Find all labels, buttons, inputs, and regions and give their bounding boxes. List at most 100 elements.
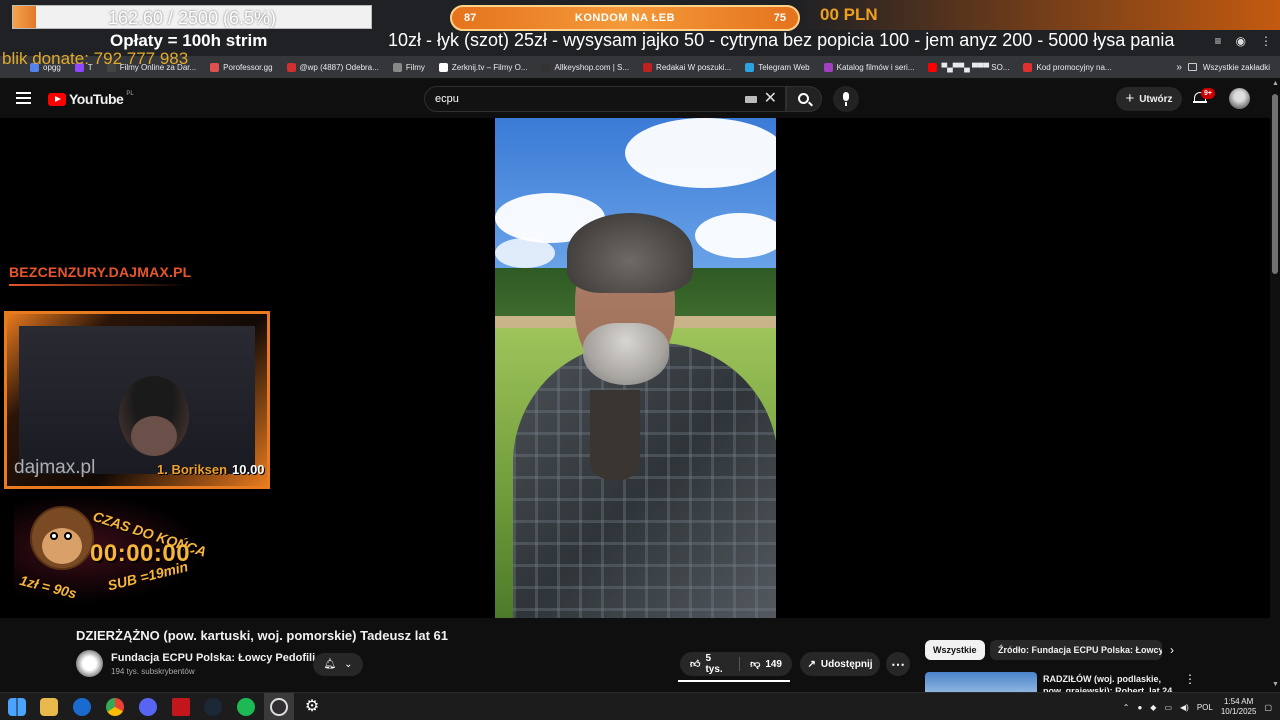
all-bookmarks-label: Wszystkie zakładki — [1202, 62, 1270, 72]
dislike-count: 149 — [765, 658, 782, 670]
app-c-icon[interactable] — [73, 698, 91, 716]
folder-icon — [1187, 63, 1197, 71]
chevron-right-icon[interactable]: › — [1170, 643, 1174, 657]
vote-label: KONDOM NA ŁEB — [574, 12, 676, 24]
top-donor-name: 1. Boriksen — [157, 462, 228, 477]
chevron-more-icon[interactable]: » — [1176, 62, 1182, 73]
chip-source[interactable]: Źródło: Fundacja ECPU Polska: Łowcy — [990, 640, 1162, 660]
notification-badge: 9+ — [1201, 88, 1215, 99]
subscription-bell-button[interactable]: 🔔︎ ⌄ — [313, 653, 363, 676]
bookmark-item[interactable]: @wp (4887) Odebra... — [286, 62, 379, 72]
webcam-feed — [19, 326, 255, 474]
monkey-eye — [64, 532, 72, 540]
bookmark-item[interactable]: ▀▄▀▀▄ ▀▀▀ SO... — [928, 62, 1010, 72]
bookmark-label: @wp (4887) Odebra... — [299, 62, 379, 72]
chrome-icon[interactable] — [106, 698, 124, 716]
menu-icon[interactable]: ⋮ — [1260, 34, 1272, 48]
bookmark-favicon-icon — [286, 62, 296, 72]
youtube-header: YouTube PL ✕ + Utwórz 9+ — [0, 78, 1270, 120]
recommendation-menu-icon[interactable]: ⋮ — [1184, 672, 1196, 686]
region-code: PL — [126, 91, 134, 97]
site-watermark: BEZCENZURY.DAJMAX.PL — [9, 264, 192, 280]
bookmark-item[interactable]: Porofessor.gg — [210, 62, 273, 72]
bookmark-label: ▀▄▀▀▄ ▀▀▀ SO... — [941, 62, 1010, 72]
profile-icon[interactable]: ◉ — [1236, 34, 1246, 48]
plus-icon: + — [1125, 90, 1135, 107]
search-box[interactable]: ✕ — [424, 86, 786, 112]
bookmark-favicon-icon — [438, 62, 448, 72]
steam-icon[interactable] — [204, 698, 222, 716]
bookmark-favicon-icon — [1023, 62, 1033, 72]
bell-icon: 🔔︎ — [323, 659, 337, 670]
bookmark-item[interactable]: Katalog filmów i seri... — [823, 62, 915, 72]
bookmark-label: Zerknij.tv – Filmy O... — [451, 62, 528, 72]
share-label: Udostępnij — [820, 658, 873, 670]
video-frame[interactable] — [495, 118, 776, 618]
youtube-play-icon — [48, 92, 66, 106]
settings-gear-icon[interactable]: ⚙ — [303, 698, 321, 716]
scroll-up-icon[interactable]: ▲ — [1272, 80, 1279, 87]
blik-donate-text: blik donate: 792 777 983 — [2, 49, 189, 68]
bookmark-item[interactable]: Redakai W poszuki... — [643, 62, 731, 72]
tray-overflow-icon[interactable]: ⌃ — [1123, 703, 1130, 712]
bookmark-favicon-icon — [541, 62, 551, 72]
recommendation-title[interactable]: RADZIŁÓW (woj. podlaskie, pow. grajewski… — [1043, 673, 1183, 693]
recommendation-thumbnail[interactable] — [925, 672, 1037, 692]
person-beard — [583, 323, 669, 385]
more-actions-button[interactable]: ⋯ — [886, 652, 910, 676]
vote-right-count: 75 — [773, 12, 786, 24]
discord-icon[interactable] — [139, 698, 157, 716]
chip-all[interactable]: Wszystkie — [925, 640, 985, 660]
clear-search-icon[interactable]: ✕ — [764, 91, 777, 107]
voice-search-button[interactable] — [833, 86, 859, 112]
bookmark-item[interactable]: Filmy — [392, 62, 425, 72]
media-icon[interactable]: ≡ — [1215, 34, 1222, 48]
webcam-watermark: dajmax.pl — [14, 457, 96, 478]
cloud — [495, 238, 555, 268]
network-icon[interactable]: ▭ — [1164, 703, 1172, 712]
screen: opgg T Filmy Online za Dar... Porofessor.gg… — [0, 0, 1280, 720]
search-input[interactable] — [435, 87, 735, 111]
page-scrollbar[interactable]: ▲ ▼ — [1270, 78, 1280, 692]
like-button[interactable]: 👍︎ 5 tys. — [680, 652, 739, 676]
bookmark-item[interactable]: Allkeyshop.com | S... — [541, 62, 629, 72]
telegram-icon[interactable]: ◆ — [1150, 703, 1156, 712]
obs-icon[interactable] — [270, 698, 288, 716]
clock[interactable]: 1:54 AM 10/1/2025 — [1221, 697, 1257, 717]
search-button[interactable] — [786, 86, 822, 112]
fees-text: Opłaty = 100h strim — [110, 31, 268, 50]
share-button[interactable]: ↗ Udostępnij — [800, 652, 880, 676]
file-explorer-icon[interactable] — [40, 698, 58, 716]
menu-icon[interactable] — [16, 92, 31, 104]
youtube-logo[interactable]: YouTube PL — [48, 91, 134, 107]
site-underline — [9, 284, 189, 286]
bookmark-item[interactable]: Telegram Web — [745, 62, 810, 72]
cloud — [625, 118, 776, 188]
scroll-down-icon[interactable]: ▼ — [1272, 681, 1279, 688]
spotify-icon[interactable] — [237, 698, 255, 716]
mic-icon[interactable]: ● — [1137, 703, 1142, 712]
windows-start-icon[interactable] — [8, 698, 26, 716]
bookmark-label: Katalog filmów i seri... — [836, 62, 915, 72]
volume-icon[interactable]: ◀) — [1180, 703, 1189, 712]
taskbar: ⚙ ⌃ ● ◆ ▭ ◀) POL 1:54 AM 10/1/2025 ▢ — [0, 692, 1280, 720]
notifications-icon[interactable]: ▢ — [1264, 703, 1272, 712]
create-button[interactable]: + Utwórz — [1116, 87, 1182, 111]
thumbs-up-icon: 👍︎ — [690, 659, 701, 670]
all-bookmarks-button[interactable]: » Wszystkie zakładki — [1168, 56, 1270, 78]
channel-avatar[interactable] — [76, 650, 103, 677]
chevron-down-icon: ⌄ — [344, 659, 353, 670]
like-dislike-group: 👍︎ 5 tys. 👎︎ 149 — [680, 652, 792, 676]
channel-name[interactable]: Fundacja ECPU Polska: Łowcy Pedofili — [111, 652, 315, 664]
mic-icon — [843, 92, 849, 101]
keyboard-icon[interactable] — [745, 96, 757, 103]
avatar[interactable] — [1229, 88, 1250, 109]
bookmark-item[interactable]: Kod promocyjny na... — [1023, 62, 1112, 72]
like-indicator — [678, 680, 790, 682]
language-indicator[interactable]: POL — [1197, 703, 1213, 712]
person-undershirt — [590, 390, 640, 480]
voicemeeter-icon[interactable] — [172, 698, 190, 716]
bookmark-item[interactable]: Zerknij.tv – Filmy O... — [438, 62, 528, 72]
scroll-thumb[interactable] — [1272, 94, 1278, 274]
dislike-button[interactable]: 👎︎ 149 — [740, 652, 792, 676]
